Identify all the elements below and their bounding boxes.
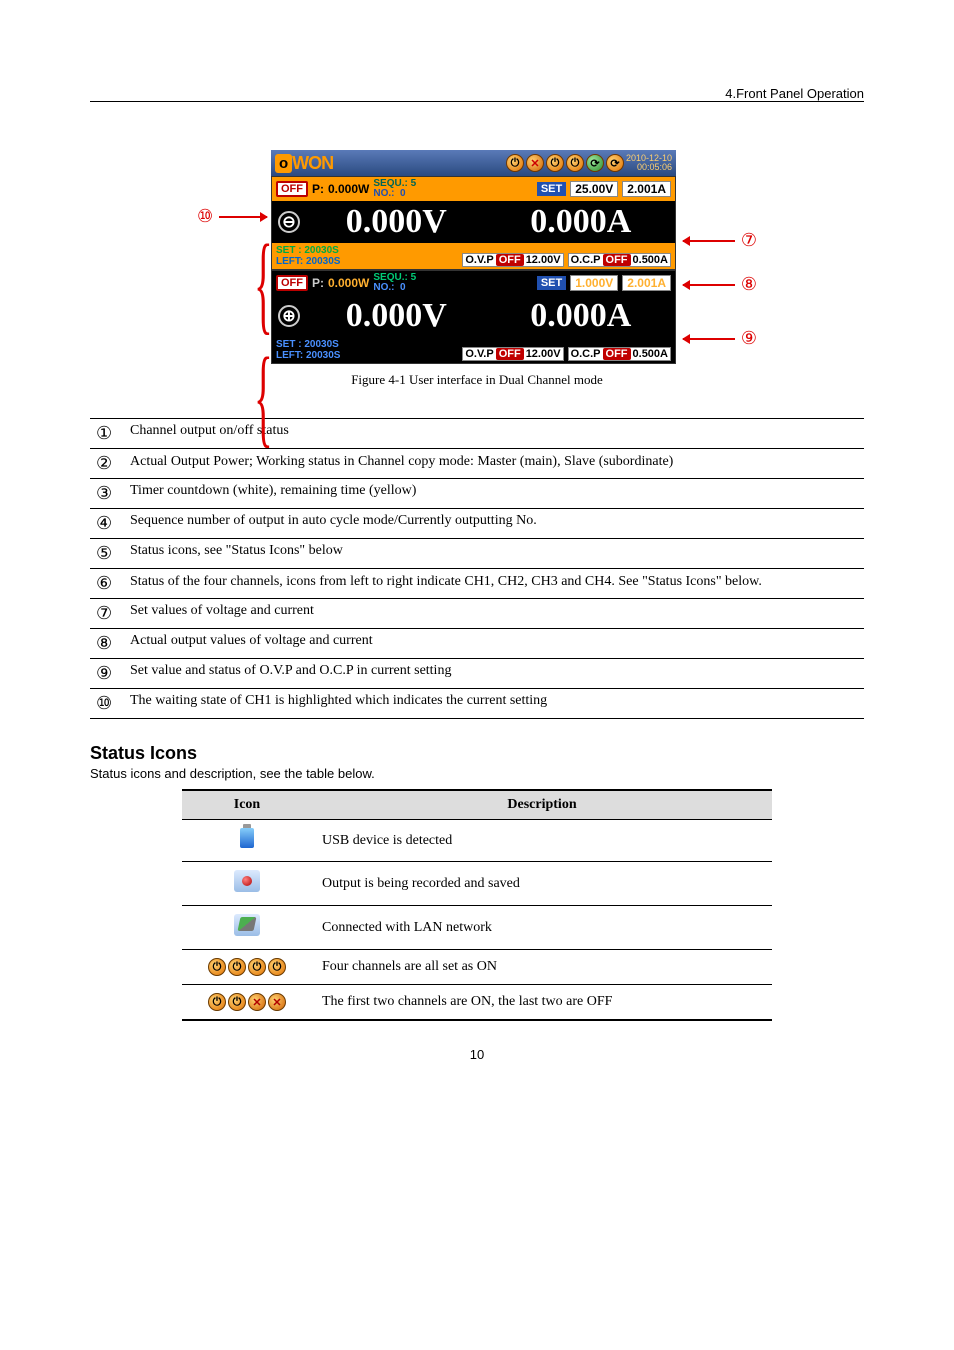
- callout-9: ⑨: [741, 328, 757, 349]
- ch1-current: 0.000A: [493, 203, 670, 241]
- page-header: 4.Front Panel Operation: [90, 86, 864, 101]
- status-icon-4: ⏻: [566, 154, 584, 172]
- ch2-off-pill: OFF: [276, 275, 308, 291]
- table-row: ②Actual Output Power; Working status in …: [90, 449, 864, 479]
- description-table: ①Channel output on/off status ②Actual Ou…: [90, 418, 864, 719]
- ch2-ovp: O.V.POFF12.00V: [462, 347, 563, 361]
- ch2-current: 0.000A: [493, 297, 670, 335]
- table-row: USB device is detected: [182, 820, 772, 862]
- table-row: ⑥Status of the four channels, icons from…: [90, 569, 864, 599]
- four-on-icon: [192, 958, 302, 976]
- table-row: ⑩The waiting state of CH1 is highlighted…: [90, 689, 864, 719]
- table-row: ③Timer countdown (white), remaining time…: [90, 479, 864, 509]
- ch2-readout: ⊕ 0.000V 0.000A: [272, 295, 675, 337]
- ch1-readout: ⊖ 0.000V 0.000A: [272, 201, 675, 243]
- ch2-seq: SEQU.: 5 NO.: 0: [373, 273, 416, 293]
- device-panel: o WON ⏻ ✕ ⏻ ⏻ ⟳ ⟳ 2010-12-1000:05:06 OFF…: [271, 150, 676, 364]
- titlebar: o WON ⏻ ✕ ⏻ ⏻ ⟳ ⟳ 2010-12-1000:05:06: [271, 150, 676, 176]
- status-icon-3: ⏻: [546, 154, 564, 172]
- ch1-set-v: 25.00V: [570, 181, 618, 197]
- ch1-symbol-minus: ⊖: [278, 211, 300, 233]
- ch2-set-a: 2.001A: [622, 275, 671, 291]
- lan-icon: [234, 914, 260, 936]
- status-icons-section: Status Icons Status icons and descriptio…: [90, 743, 864, 1021]
- figure-wrap: ① ② ③ ④ ⑤ ⑥ ⑩ { { ⑦ ⑧ ⑨ o WON: [197, 150, 757, 388]
- status-icon-1: ⏻: [506, 154, 524, 172]
- callout-8: ⑧: [741, 274, 757, 295]
- status-icons-sub: Status icons and description, see the ta…: [90, 766, 864, 781]
- callout-10: ⑩: [197, 206, 213, 227]
- ch2-p-label: P:: [312, 276, 324, 290]
- logo-o: o: [275, 154, 292, 173]
- table-row: ⑤Status icons, see "Status Icons" below: [90, 539, 864, 569]
- channel-1-block: OFF P: 0.000W SEQU.: 5 NO.: 0 SET 25.00V…: [271, 176, 676, 270]
- ch2-set-v: 1.000V: [570, 275, 618, 291]
- status-icons-title: Status Icons: [90, 743, 864, 764]
- arrow-10: [219, 216, 267, 218]
- ch1-ovp: O.V.POFF12.00V: [462, 253, 563, 267]
- ch1-p-label: P:: [312, 182, 324, 196]
- table-row: ⑦Set values of voltage and current: [90, 599, 864, 629]
- ch2-set-label: SET: [537, 276, 566, 290]
- status-icon-6: ⟳: [606, 154, 624, 172]
- icons-head-icon: Icon: [182, 790, 312, 820]
- table-row: Output is being recorded and saved: [182, 862, 772, 906]
- datetime: 2010-12-1000:05:06: [626, 154, 672, 172]
- ch2-row-set: OFF P: 0.000W SEQU.: 5 NO.: 0 SET 1.000V…: [272, 271, 675, 295]
- record-icon: [234, 870, 260, 892]
- arrow-7: [683, 240, 735, 242]
- status-icons-table: Icon Description USB device is detected …: [182, 789, 772, 1021]
- callout-7: ⑦: [741, 230, 757, 251]
- table-header: Icon Description: [182, 790, 772, 820]
- table-row: The first two channels are ON, the last …: [182, 985, 772, 1021]
- arrow-8: [683, 284, 735, 286]
- ch1-row-set: OFF P: 0.000W SEQU.: 5 NO.: 0 SET 25.00V…: [272, 177, 675, 201]
- table-row: Connected with LAN network: [182, 906, 772, 950]
- status-icon-2: ✕: [526, 154, 544, 172]
- table-row: Four channels are all set as ON: [182, 950, 772, 985]
- channel-2-block: OFF P: 0.000W SEQU.: 5 NO.: 0 SET 1.000V…: [271, 270, 676, 364]
- arrow-9: [683, 338, 735, 340]
- ch1-voltage: 0.000V: [308, 203, 485, 241]
- ch2-p-value: 0.000W: [328, 276, 369, 290]
- logo: o WON: [275, 153, 333, 174]
- ch1-ocp: O.C.POFF0.500A: [568, 253, 671, 267]
- ch2-symbol-plus: ⊕: [278, 305, 300, 327]
- ch1-off-pill: OFF: [276, 181, 308, 197]
- page-number: 10: [90, 1047, 864, 1062]
- ch2-timer: SET : 20030S LEFT: 20030S: [276, 339, 340, 361]
- ch1-seq: SEQU.: 5 NO.: 0: [373, 179, 416, 199]
- ch1-p-value: 0.000W: [328, 182, 369, 196]
- two-on-two-off-icon: [192, 993, 302, 1011]
- table-row: ④Sequence number of output in auto cycle…: [90, 509, 864, 539]
- brace-ch2: {: [254, 350, 272, 444]
- table-row: ⑧Actual output values of voltage and cur…: [90, 629, 864, 659]
- ch2-voltage: 0.000V: [308, 297, 485, 335]
- table-row: ⑨Set value and status of O.V.P and O.C.P…: [90, 659, 864, 689]
- icons-head-desc: Description: [312, 790, 772, 820]
- figure-caption: Figure 4-1 User interface in Dual Channe…: [197, 372, 757, 388]
- ch1-timer: SET : 20030S LEFT: 20030S: [276, 245, 340, 267]
- brace-ch1: {: [254, 237, 272, 331]
- ch1-set-label: SET: [537, 182, 566, 196]
- table-row: ①Channel output on/off status: [90, 419, 864, 449]
- ch2-row-prot: SET : 20030S LEFT: 20030S O.V.POFF12.00V…: [272, 337, 675, 363]
- ch2-ocp: O.C.POFF0.500A: [568, 347, 671, 361]
- ch1-row-prot: SET : 20030S LEFT: 20030S O.V.POFF12.00V…: [272, 243, 675, 269]
- logo-won: WON: [292, 153, 333, 174]
- header-rule: [90, 101, 864, 102]
- status-icon-5: ⟳: [586, 154, 604, 172]
- usb-icon: [240, 828, 254, 848]
- ch1-set-a: 2.001A: [622, 181, 671, 197]
